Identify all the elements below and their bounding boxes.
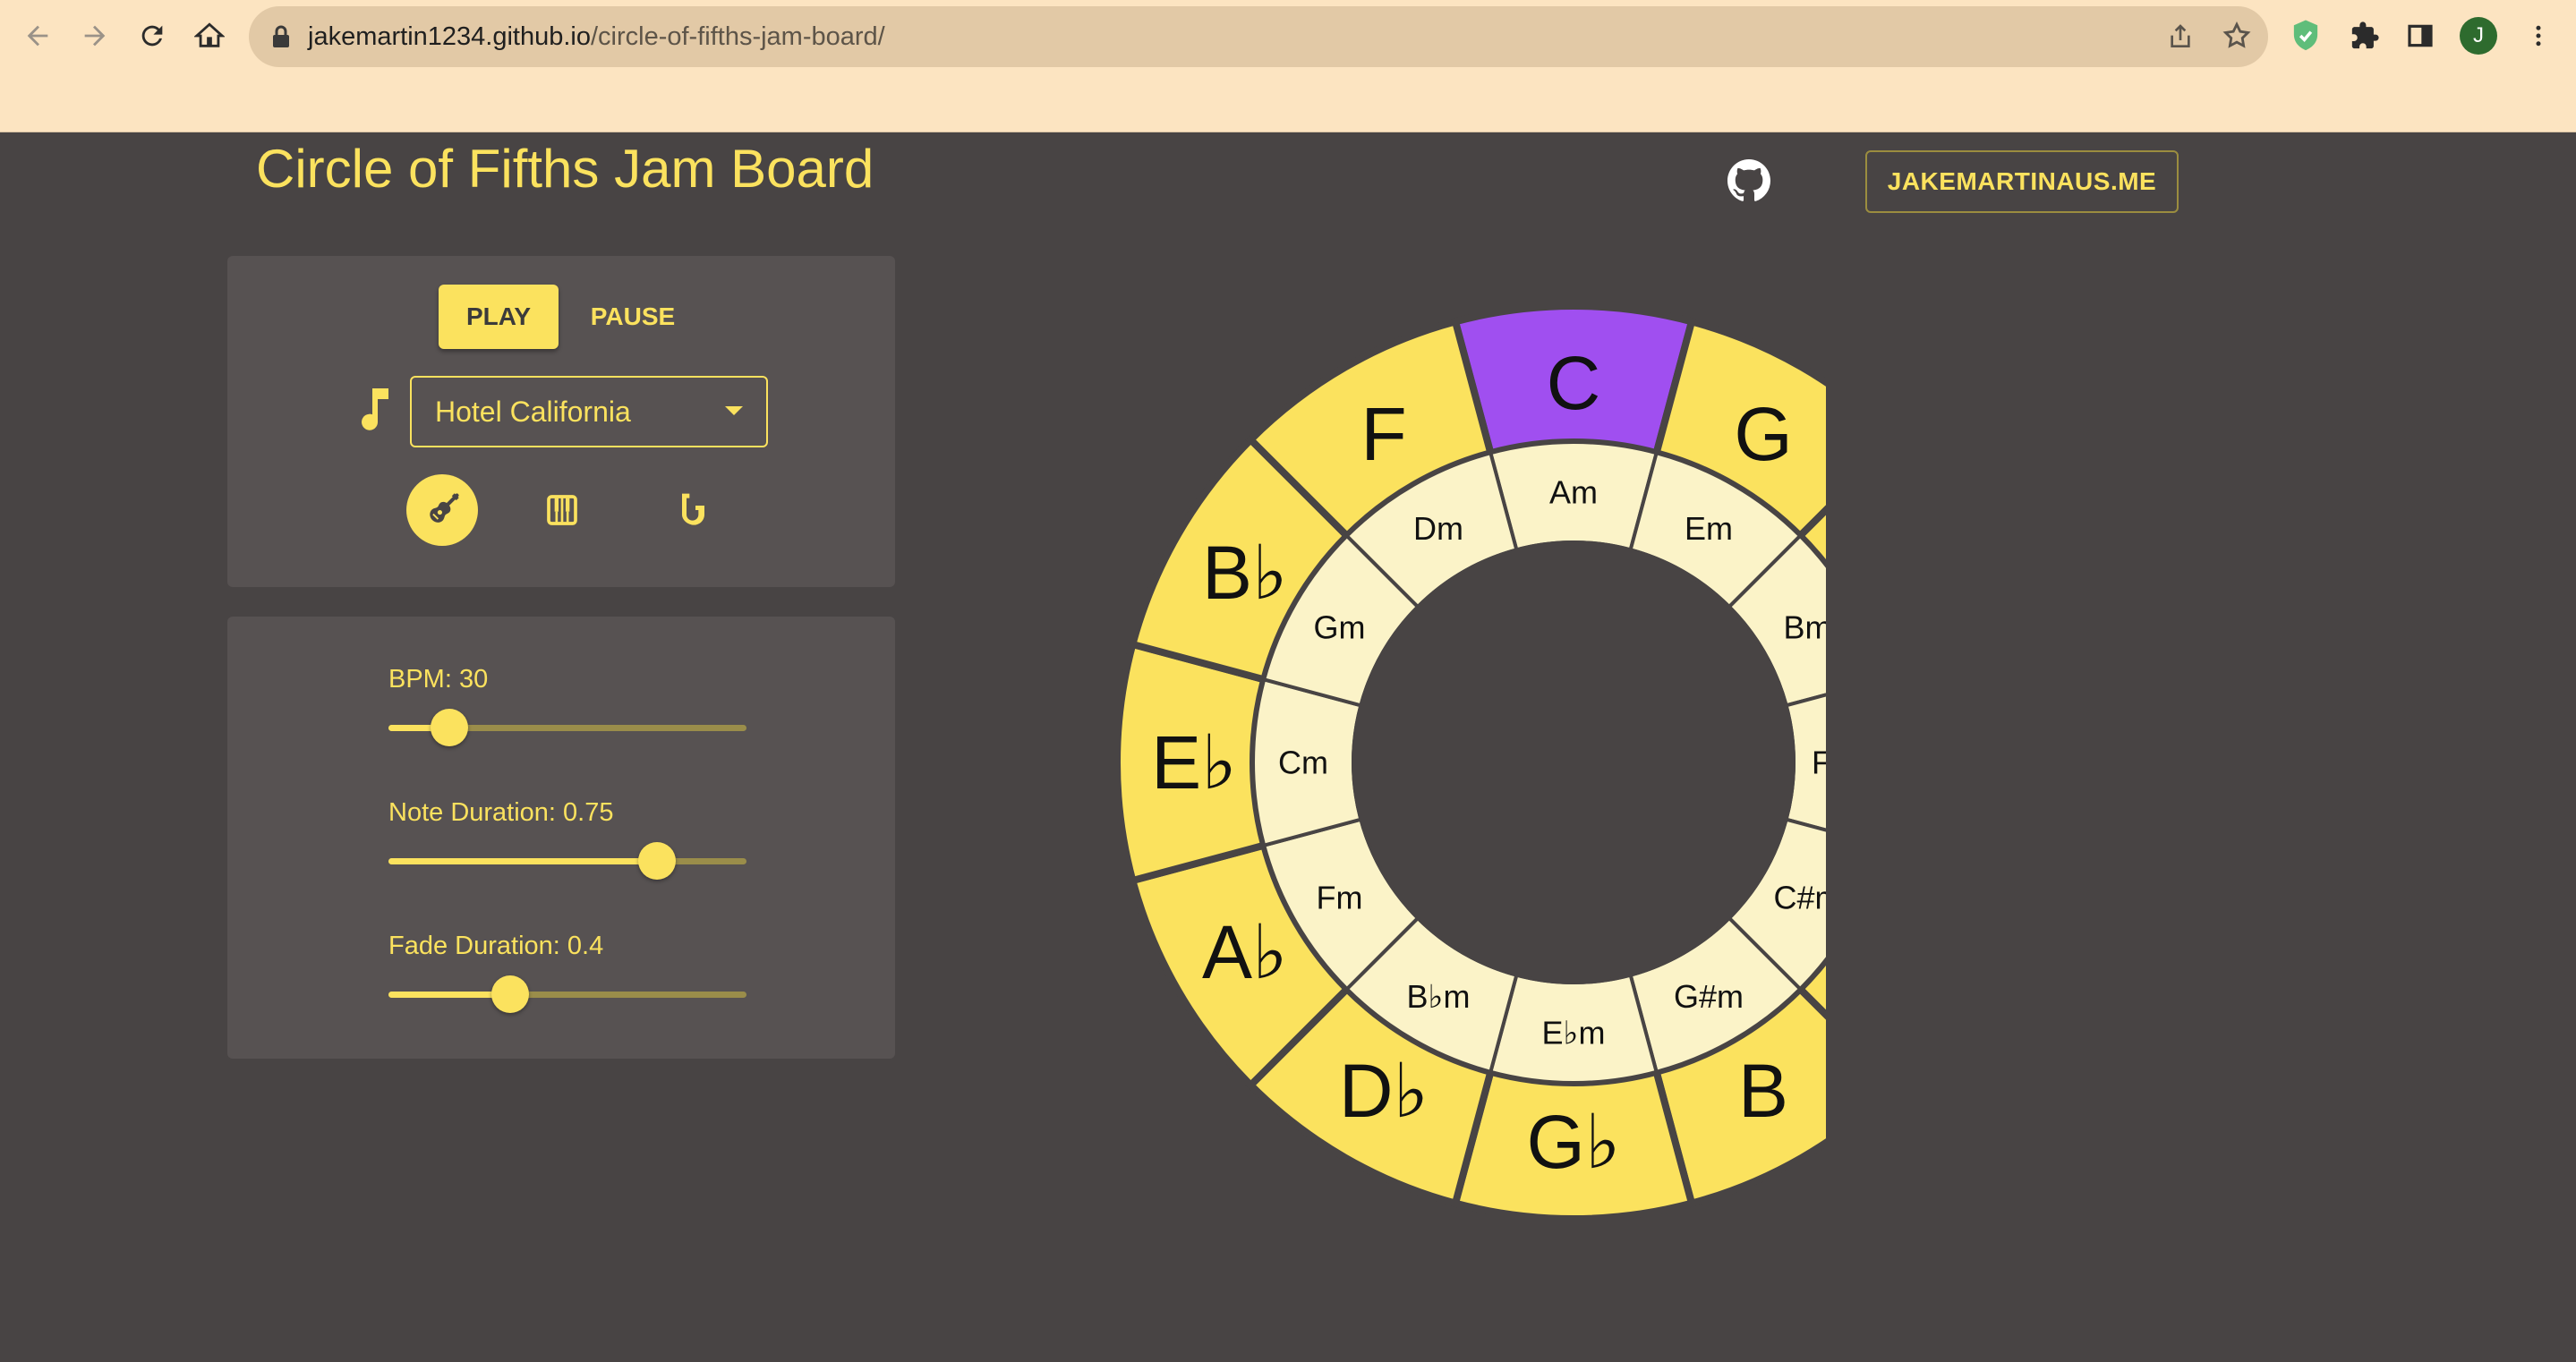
bpm-label: BPM: 30 [388, 665, 489, 694]
reload-icon [141, 25, 163, 47]
fade-duration-slider-thumb[interactable] [491, 975, 529, 1013]
minor-key-label: Am [1549, 474, 1598, 511]
personal-site-button[interactable]: JAKEMARTINAUS.ME [1865, 150, 2179, 213]
bpm-slider-thumb[interactable] [431, 709, 468, 746]
instrument-piano-button[interactable] [526, 474, 598, 546]
major-key-label: D♭ [1339, 1049, 1429, 1133]
side-panel-icon [2408, 24, 2433, 47]
wheel-center [1352, 541, 1796, 984]
major-key-label: B♭ [1202, 531, 1288, 615]
pause-button[interactable]: PAUSE [573, 285, 693, 349]
more-vert-icon [2536, 25, 2541, 47]
dropdown-arrow-icon [725, 406, 743, 415]
puzzle-icon [2351, 21, 2379, 49]
fade-duration-slider[interactable] [388, 975, 746, 1013]
note-duration-slider-thumb[interactable] [638, 842, 676, 880]
saxophone-icon [682, 493, 704, 525]
url-host: jakemartin1234.github.io [308, 22, 591, 51]
bpm-slider[interactable] [388, 709, 746, 746]
shield-check-icon [2293, 20, 2318, 51]
minor-key-label: E♭m [1542, 1015, 1606, 1051]
bookmark-star-icon[interactable] [2222, 21, 2252, 51]
playback-panel: PLAY PAUSE Hotel California [227, 256, 895, 587]
fade-duration-label: Fade Duration: 0.4 [388, 932, 604, 960]
minor-key-label: Bm [1784, 609, 1826, 646]
song-select[interactable]: Hotel California [410, 376, 768, 447]
arrow-left-icon [27, 25, 48, 47]
extensions-button[interactable] [2340, 11, 2390, 61]
forward-button[interactable] [70, 11, 120, 61]
page-title: Circle of Fifths Jam Board [256, 139, 874, 199]
major-key-label: C [1547, 341, 1601, 425]
circle-of-fifths-wheel: CGDAEBG♭D♭A♭E♭B♭FAmEmBmF#mC#mG#mE♭mB♭mFm… [1113, 302, 1826, 1222]
side-panel-button[interactable] [2395, 11, 2445, 61]
arrow-right-icon [84, 25, 106, 47]
major-key-label: B [1738, 1049, 1788, 1133]
minor-key-label: C#m [1774, 880, 1826, 916]
note-duration-label: Note Duration: 0.75 [388, 798, 614, 827]
minor-key-label: Em [1685, 510, 1733, 547]
major-key-label: A♭ [1202, 910, 1288, 994]
home-button[interactable] [184, 11, 235, 61]
profile-avatar[interactable]: J [2460, 17, 2497, 55]
minor-key-label: G#m [1674, 978, 1744, 1015]
github-icon [1727, 159, 1770, 201]
major-key-label: G♭ [1527, 1100, 1621, 1184]
minor-key-label: Fm [1316, 880, 1362, 916]
minor-key-label: Cm [1278, 745, 1328, 781]
instrument-saxophone-button[interactable] [655, 474, 727, 546]
browser-menu-button[interactable] [2513, 11, 2563, 61]
address-bar[interactable]: jakemartin1234.github.io/circle-of-fifth… [249, 6, 2268, 67]
minor-key-label: Dm [1413, 510, 1463, 547]
settings-panel: BPM: 30 Note Duration: 0.75 Fade Duratio… [227, 617, 895, 1059]
url-path: /circle-of-fifths-jam-board/ [590, 22, 885, 51]
lock-icon [273, 25, 289, 47]
play-button[interactable]: PLAY [439, 285, 559, 349]
music-note-icon [362, 388, 388, 430]
major-key-label: F [1361, 392, 1406, 476]
url-text: jakemartin1234.github.io/circle-of-fifth… [308, 6, 885, 67]
song-select-value: Hotel California [435, 396, 631, 428]
major-key-label: E♭ [1151, 720, 1237, 804]
extension-shield-button[interactable] [2281, 11, 2331, 61]
browser-toolbar: jakemartin1234.github.io/circle-of-fifth… [0, 0, 2576, 132]
minor-key-label: B♭m [1407, 978, 1471, 1015]
minor-key-label: Gm [1313, 609, 1365, 646]
minor-key-label: F#m [1812, 745, 1826, 781]
back-button[interactable] [13, 11, 63, 61]
note-duration-slider[interactable] [388, 842, 746, 880]
reload-button[interactable] [127, 11, 177, 61]
github-link[interactable] [1727, 159, 1770, 202]
piano-icon [547, 495, 577, 525]
share-icon[interactable] [2166, 22, 2195, 51]
guitar-icon [430, 493, 459, 523]
major-key-label: G [1734, 392, 1792, 476]
note-duration-slider-fill [388, 858, 657, 864]
home-icon [194, 22, 225, 47]
instrument-guitar-button[interactable] [406, 474, 478, 546]
